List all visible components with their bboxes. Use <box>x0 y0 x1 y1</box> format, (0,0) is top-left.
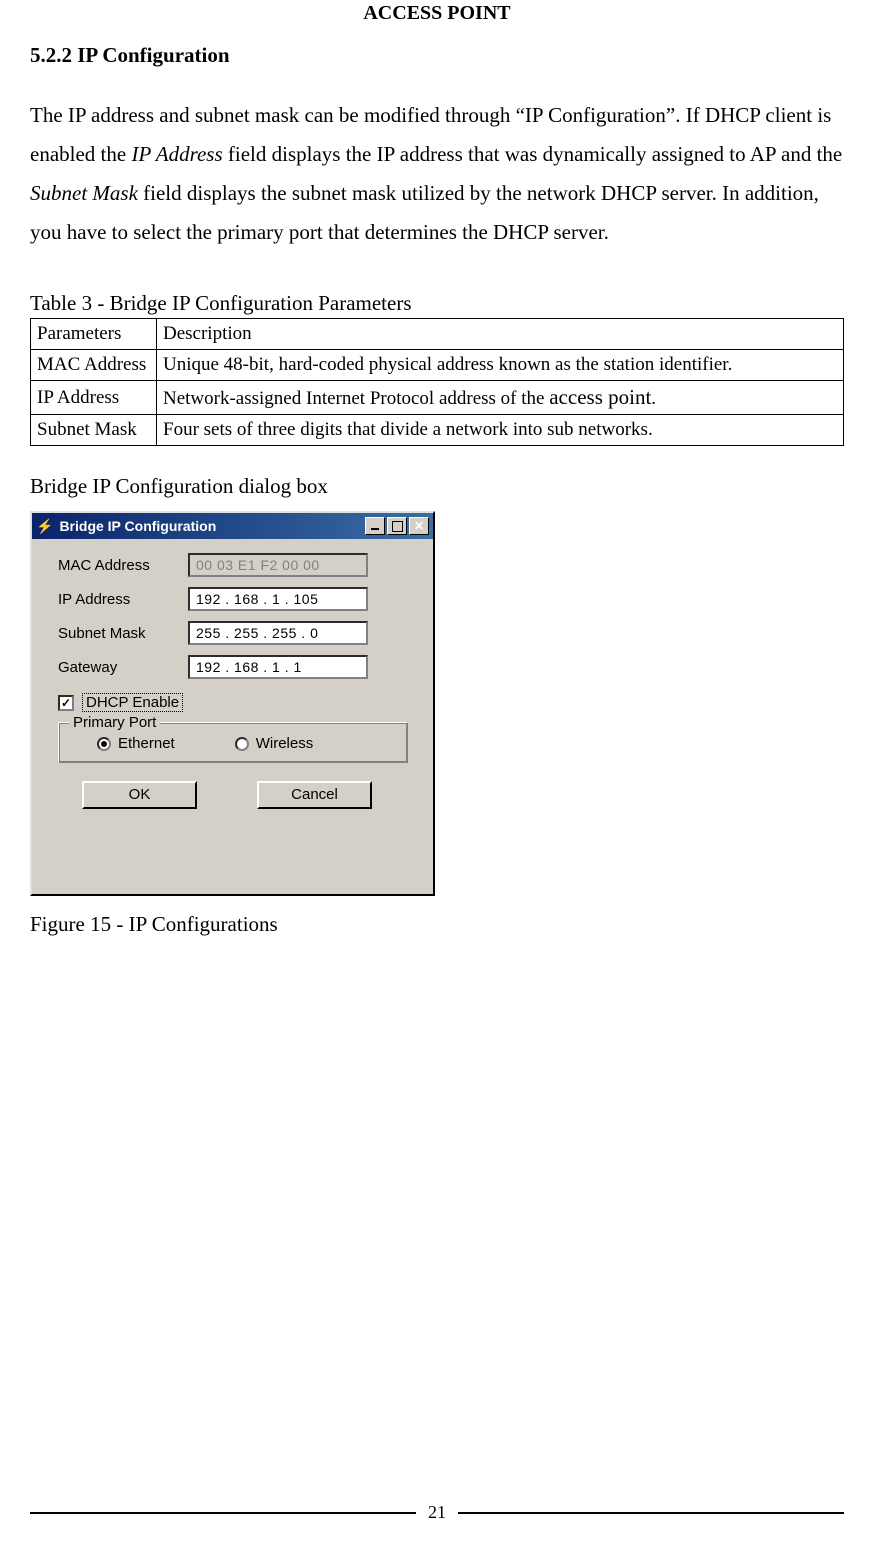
para-text: field displays the IP address that was d… <box>223 142 843 166</box>
maximize-button[interactable] <box>387 517 407 535</box>
close-button[interactable]: ✕ <box>409 517 429 535</box>
gateway-label: Gateway <box>58 659 188 676</box>
field-row-subnet: Subnet Mask 255 . 255 . 255 . 0 <box>58 621 413 645</box>
table-cell-param: IP Address <box>31 381 157 415</box>
mac-address-field: 00 03 E1 F2 00 00 <box>188 553 368 577</box>
dhcp-enable-checkbox[interactable]: ✓ <box>58 695 74 711</box>
radio-wireless[interactable]: Wireless <box>235 735 314 752</box>
figure-caption: Figure 15 - IP Configurations <box>30 912 844 937</box>
para-italic-ip: IP Address <box>131 142 222 166</box>
radio-ethernet[interactable]: Ethernet <box>97 735 175 752</box>
page-number: 21 <box>428 1502 446 1523</box>
table-cell-text: Network-assigned Internet Protocol addre… <box>163 388 549 409</box>
bolt-icon: ⚡ <box>36 518 53 535</box>
radio-dot-icon <box>235 737 249 751</box>
dialog-button-row: OK Cancel <box>58 781 413 809</box>
ip-address-label: IP Address <box>58 591 188 608</box>
document-header: ACCESS POINT <box>30 0 844 43</box>
table-cell-text: . <box>651 388 656 409</box>
table-row: MAC Address Unique 48-bit, hard-coded ph… <box>31 350 844 381</box>
table-cell-param: MAC Address <box>31 350 157 381</box>
primary-port-group: Primary Port Ethernet Wireless <box>58 722 408 763</box>
ip-address-field[interactable]: 192 . 168 . 1 . 105 <box>188 587 368 611</box>
intro-paragraph: The IP address and subnet mask can be mo… <box>30 96 844 251</box>
table-cell-text-large: access point <box>549 385 651 409</box>
table-cell-desc: Unique 48-bit, hard-coded physical addre… <box>157 350 844 381</box>
radio-ethernet-label: Ethernet <box>118 735 175 752</box>
field-row-mac: MAC Address 00 03 E1 F2 00 00 <box>58 553 413 577</box>
dialog-titlebar[interactable]: ⚡ Bridge IP Configuration ✕ <box>32 513 433 539</box>
dialog-top-caption: Bridge IP Configuration dialog box <box>30 474 844 499</box>
table-caption: Table 3 - Bridge IP Configuration Parame… <box>30 291 844 316</box>
parameters-table: Parameters Description MAC Address Uniqu… <box>30 318 844 446</box>
dhcp-enable-row: ✓ DHCP Enable <box>58 693 413 712</box>
cancel-button[interactable]: Cancel <box>257 781 372 809</box>
bridge-ip-dialog: ⚡ Bridge IP Configuration ✕ MAC Address … <box>30 511 435 896</box>
footer-rule-left <box>30 1512 416 1514</box>
mac-address-label: MAC Address <box>58 557 188 574</box>
para-text: field displays the subnet mask utilized … <box>30 181 819 244</box>
dialog-title: Bridge IP Configuration <box>59 518 363 534</box>
primary-port-legend: Primary Port <box>69 714 160 731</box>
minimize-button[interactable] <box>365 517 385 535</box>
table-cell-desc: Network-assigned Internet Protocol addre… <box>157 381 844 415</box>
table-header-cell: Parameters <box>31 319 157 350</box>
subnet-mask-field[interactable]: 255 . 255 . 255 . 0 <box>188 621 368 645</box>
primary-port-radio-row: Ethernet Wireless <box>73 735 393 752</box>
table-row: IP Address Network-assigned Internet Pro… <box>31 381 844 415</box>
subnet-mask-label: Subnet Mask <box>58 625 188 642</box>
dialog-body: MAC Address 00 03 E1 F2 00 00 IP Address… <box>32 539 433 817</box>
dhcp-enable-label[interactable]: DHCP Enable <box>82 693 183 712</box>
table-row: Parameters Description <box>31 319 844 350</box>
field-row-ip: IP Address 192 . 168 . 1 . 105 <box>58 587 413 611</box>
ok-button[interactable]: OK <box>82 781 197 809</box>
gateway-field[interactable]: 192 . 168 . 1 . 1 <box>188 655 368 679</box>
table-header-cell: Description <box>157 319 844 350</box>
para-italic-subnet: Subnet Mask <box>30 181 138 205</box>
section-heading: 5.2.2 IP Configuration <box>30 43 844 68</box>
table-cell-param: Subnet Mask <box>31 415 157 446</box>
radio-wireless-label: Wireless <box>256 735 314 752</box>
radio-dot-icon <box>97 737 111 751</box>
page-footer: 21 <box>0 1502 874 1523</box>
field-row-gateway: Gateway 192 . 168 . 1 . 1 <box>58 655 413 679</box>
table-row: Subnet Mask Four sets of three digits th… <box>31 415 844 446</box>
table-cell-desc: Four sets of three digits that divide a … <box>157 415 844 446</box>
footer-rule-right <box>458 1512 844 1514</box>
